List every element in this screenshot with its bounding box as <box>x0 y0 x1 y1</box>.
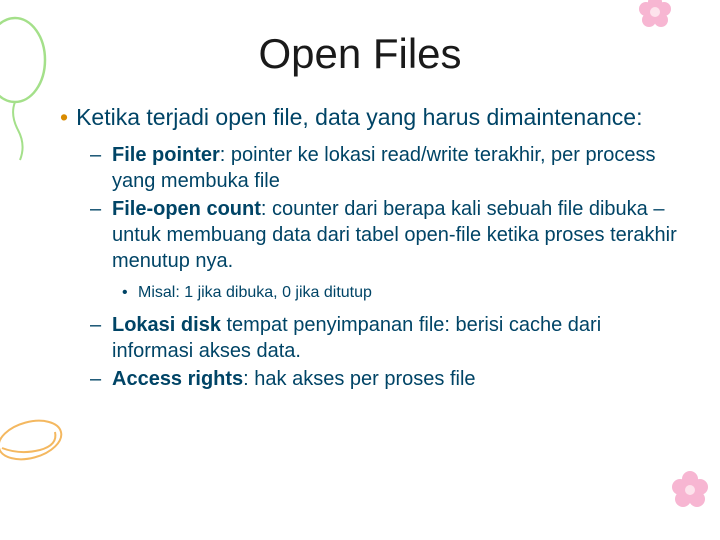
slide-content: Open Files • Ketika terjadi open file, da… <box>0 0 720 414</box>
sub-list: File pointer: pointer ke lokasi read/wri… <box>40 142 680 392</box>
list-sub-item: Misal: 1 jika dibuka, 0 jika ditutup <box>138 282 680 304</box>
item-bold: Lokasi disk <box>112 314 221 336</box>
slide-title: Open Files <box>40 30 680 78</box>
main-bullet-text: Ketika terjadi open file, data yang haru… <box>76 104 642 130</box>
item-rest: : hak akses per proses file <box>243 368 475 390</box>
bullet-icon: • <box>60 104 68 130</box>
list-item: File pointer: pointer ke lokasi read/wri… <box>112 142 680 194</box>
list-item: File-open count: counter dari berapa kal… <box>112 196 680 304</box>
item-bold: Access rights <box>112 368 243 390</box>
main-bullet: • Ketika terjadi open file, data yang har… <box>60 103 680 132</box>
item-bold: File pointer <box>112 144 220 166</box>
list-item: Lokasi disk tempat penyimpanan file: ber… <box>112 312 680 364</box>
list-item: Access rights: hak akses per proses file <box>112 366 680 392</box>
item-bold: File-open count <box>112 198 261 220</box>
